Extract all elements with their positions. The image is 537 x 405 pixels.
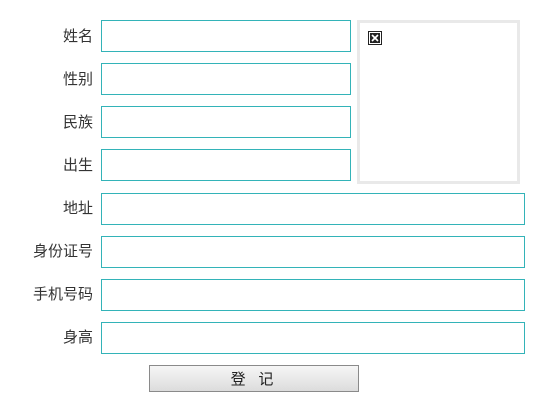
register-button[interactable]: 登 记 (149, 365, 359, 392)
address-label: 地址 (62, 199, 93, 217)
phone-label: 手机号码 (32, 285, 93, 303)
gender-label: 性别 (62, 70, 93, 88)
ethnicity-input[interactable] (101, 106, 351, 138)
phone-input[interactable] (101, 279, 525, 311)
height-input[interactable] (101, 322, 525, 354)
birth-input[interactable] (101, 149, 351, 181)
ethnicity-label: 民族 (62, 113, 93, 131)
birth-label: 出生 (62, 156, 93, 174)
broken-image-icon (368, 31, 382, 45)
gender-input[interactable] (101, 63, 351, 95)
name-input[interactable] (101, 20, 351, 52)
id-number-input[interactable] (101, 236, 525, 268)
id-number-label: 身份证号 (32, 242, 93, 260)
name-label: 姓名 (62, 27, 93, 45)
height-label: 身高 (62, 328, 93, 346)
address-input[interactable] (101, 193, 525, 225)
photo-box (357, 20, 520, 184)
